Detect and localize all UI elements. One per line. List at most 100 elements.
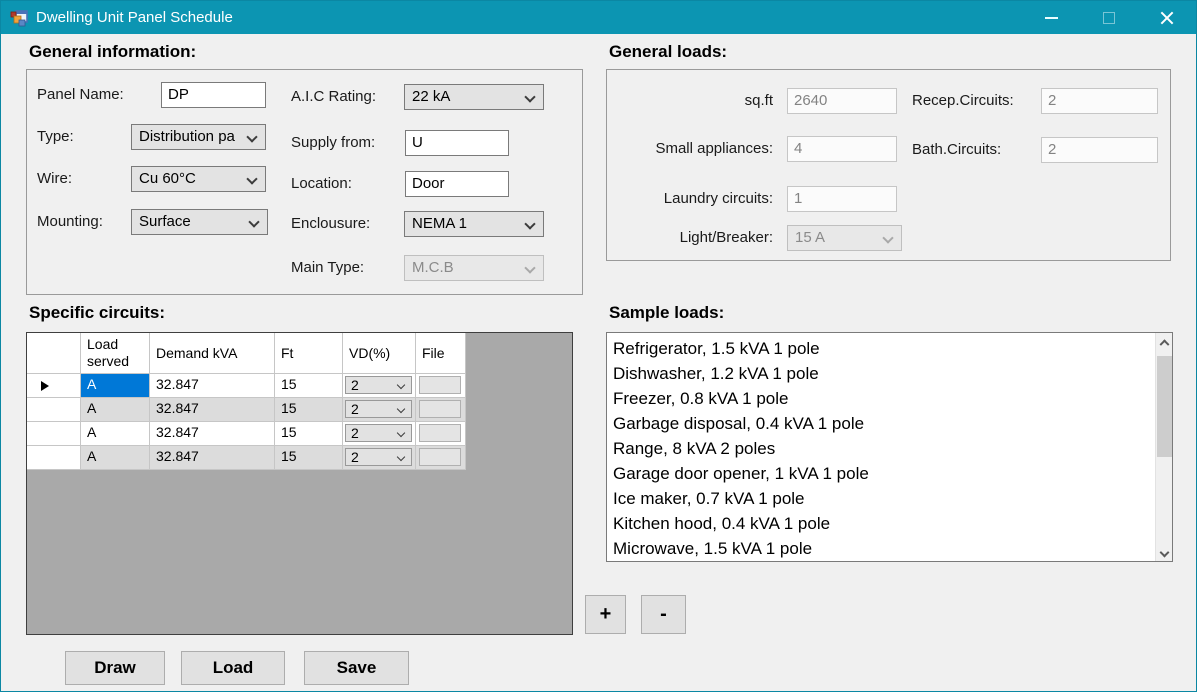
vd-combobox[interactable]: 2 <box>345 448 412 466</box>
chevron-down-icon <box>396 404 406 414</box>
cell-vd[interactable]: 2 <box>343 446 416 470</box>
list-item[interactable]: Freezer, 0.8 kVA 1 pole <box>607 386 1172 411</box>
window-title: Dwelling Unit Panel Schedule <box>36 9 233 26</box>
cell-load-served[interactable]: A <box>81 374 150 398</box>
dwelling-unit-panel-schedule-window: Dwelling Unit Panel Schedule General inf… <box>0 0 1197 692</box>
vd-combobox[interactable]: 2 <box>345 400 412 418</box>
file-button[interactable] <box>419 376 461 394</box>
list-item[interactable]: Dishwasher, 1.2 kVA 1 pole <box>607 361 1172 386</box>
column-header-vd[interactable]: VD(%) <box>343 333 416 374</box>
light-breaker-combobox-disabled: 15 A <box>787 225 902 251</box>
aic-rating-combobox[interactable]: 22 kA <box>404 84 544 110</box>
file-button[interactable] <box>419 424 461 442</box>
cell-vd[interactable]: 2 <box>343 422 416 446</box>
list-item[interactable]: Microwave, 1.5 kVA 1 pole <box>607 536 1172 561</box>
scrollbar-thumb[interactable] <box>1157 356 1172 457</box>
file-button[interactable] <box>419 448 461 466</box>
location-label: Location: <box>291 175 352 192</box>
cell-file[interactable] <box>416 374 466 398</box>
cell-file[interactable] <box>416 398 466 422</box>
load-button[interactable]: Load <box>181 651 285 685</box>
list-item[interactable]: Range, 8 kVA 2 poles <box>607 436 1172 461</box>
list-item[interactable]: Ice maker, 0.7 kVA 1 pole <box>607 486 1172 511</box>
cell-load-served[interactable]: A <box>81 422 150 446</box>
vd-combobox[interactable]: 2 <box>345 376 412 394</box>
recep-circuits-label: Recep.Circuits: <box>912 92 1014 109</box>
type-combobox[interactable]: Distribution pa <box>131 124 266 150</box>
cell-vd[interactable]: 2 <box>343 374 416 398</box>
maximize-button[interactable] <box>1080 1 1138 34</box>
panel-name-label: Panel Name: <box>37 86 124 103</box>
cell-ft[interactable]: 15 <box>275 398 343 422</box>
bath-circuits-label: Bath.Circuits: <box>912 141 1002 158</box>
minimize-button[interactable] <box>1022 1 1080 34</box>
list-item[interactable]: Kitchen hood, 0.4 kVA 1 pole <box>607 511 1172 536</box>
enclousure-combobox[interactable]: NEMA 1 <box>404 211 544 237</box>
small-appliances-input: 4 <box>787 136 897 162</box>
chevron-up-icon <box>1159 339 1170 350</box>
panel-name-input[interactable]: DP <box>161 82 266 108</box>
sqft-label: sq.ft <box>744 92 773 109</box>
location-input[interactable]: Door <box>405 171 509 197</box>
specific-circuits-heading: Specific circuits: <box>29 303 166 322</box>
column-header-ft[interactable]: Ft <box>275 333 343 374</box>
vd-combobox[interactable]: 2 <box>345 424 412 442</box>
row-selector[interactable] <box>27 446 81 470</box>
scroll-up-button[interactable] <box>1156 333 1172 350</box>
cell-vd[interactable]: 2 <box>343 398 416 422</box>
vertical-scrollbar[interactable] <box>1155 333 1172 561</box>
cell-demand-kva[interactable]: 32.847 <box>150 422 275 446</box>
mounting-label: Mounting: <box>37 213 103 230</box>
cell-ft[interactable]: 15 <box>275 422 343 446</box>
column-header-demand-kva[interactable]: Demand kVA <box>150 333 275 374</box>
row-selector[interactable] <box>27 422 81 446</box>
cell-load-served[interactable]: A <box>81 446 150 470</box>
cell-demand-kva[interactable]: 32.847 <box>150 446 275 470</box>
list-item[interactable]: Garage door opener, 1 kVA 1 pole <box>607 461 1172 486</box>
file-button[interactable] <box>419 400 461 418</box>
column-header-load-served[interactable]: Load served <box>81 333 150 374</box>
chevron-down-icon <box>248 216 260 228</box>
sqft-input: 2640 <box>787 88 897 114</box>
grid-corner-header <box>27 333 81 374</box>
add-circuit-button[interactable]: + <box>585 595 626 634</box>
save-button[interactable]: Save <box>304 651 409 685</box>
recep-circuits-input: 2 <box>1041 88 1158 114</box>
main-type-label: Main Type: <box>291 259 365 276</box>
sample-loads-items: Refrigerator, 1.5 kVA 1 pole Dishwasher,… <box>607 333 1172 561</box>
chevron-down-icon <box>246 173 258 185</box>
cell-load-served[interactable]: A <box>81 398 150 422</box>
column-header-file[interactable]: File <box>416 333 466 374</box>
current-row-arrow-icon <box>41 381 49 391</box>
chevron-down-icon <box>524 262 536 274</box>
cell-demand-kva[interactable]: 32.847 <box>150 398 275 422</box>
list-item[interactable]: Garbage disposal, 0.4 kVA 1 pole <box>607 411 1172 436</box>
chevron-down-icon <box>246 131 258 143</box>
titlebar[interactable]: Dwelling Unit Panel Schedule <box>1 1 1196 34</box>
cell-ft[interactable]: 15 <box>275 446 343 470</box>
chevron-down-icon <box>1159 547 1170 558</box>
draw-button[interactable]: Draw <box>65 651 165 685</box>
mounting-combobox[interactable]: Surface <box>131 209 268 235</box>
row-selector[interactable] <box>27 374 81 398</box>
list-item[interactable]: Refrigerator, 1.5 kVA 1 pole <box>607 336 1172 361</box>
wire-combobox[interactable]: Cu 60°C <box>131 166 266 192</box>
cell-ft[interactable]: 15 <box>275 374 343 398</box>
chevron-down-icon <box>396 380 406 390</box>
row-selector[interactable] <box>27 398 81 422</box>
supply-from-input[interactable]: U <box>405 130 509 156</box>
specific-circuits-grid[interactable]: Load served Demand kVA Ft VD(%) File A 3… <box>26 332 573 635</box>
scroll-down-button[interactable] <box>1156 544 1172 561</box>
cell-demand-kva[interactable]: 32.847 <box>150 374 275 398</box>
supply-from-label: Supply from: <box>291 134 376 151</box>
cell-file[interactable] <box>416 446 466 470</box>
close-button[interactable] <box>1138 1 1196 34</box>
maximize-icon <box>1103 11 1115 24</box>
chevron-down-icon <box>882 232 894 244</box>
sample-loads-listbox[interactable]: Refrigerator, 1.5 kVA 1 pole Dishwasher,… <box>606 332 1173 562</box>
cell-file[interactable] <box>416 422 466 446</box>
general-information-heading: General information: <box>29 42 197 61</box>
remove-circuit-button[interactable]: - <box>641 595 686 634</box>
chevron-down-icon <box>524 91 536 103</box>
app-icon <box>10 9 28 26</box>
